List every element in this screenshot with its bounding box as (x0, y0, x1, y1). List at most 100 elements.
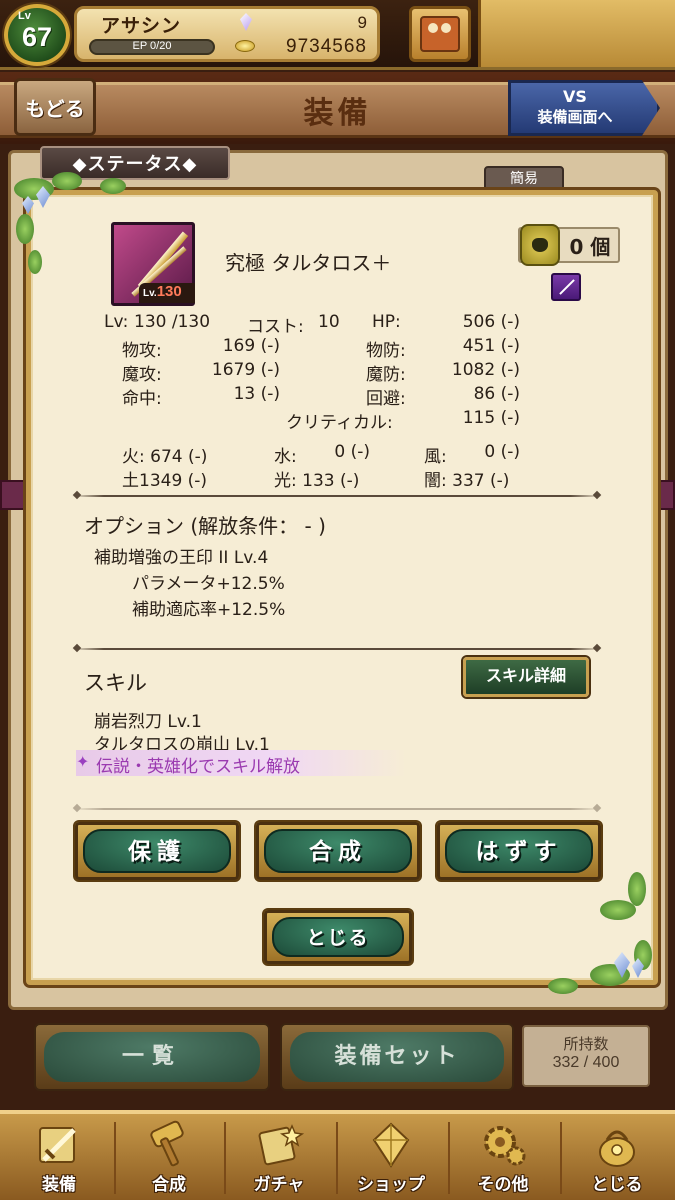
stat-hit-value: 13 (-) (233, 384, 280, 404)
list-button-label: 一覧 (44, 1032, 260, 1082)
element-light: 光: 133 (-) (274, 471, 360, 491)
nav-equipment[interactable]: 装備 (6, 1112, 112, 1200)
player-level-badge: Lv 67 (4, 4, 70, 66)
gold-count: 9734568 (286, 36, 367, 57)
section-divider (72, 808, 602, 810)
vine-leaf-decoration (52, 172, 82, 190)
nav-label: その他 (477, 1175, 529, 1195)
element-fire: 火: 674 (-) (122, 447, 208, 467)
stat-eva-value: 86 (-) (473, 384, 520, 404)
nav-label: 合成 (152, 1175, 186, 1195)
option-name: 補助増強の王印 II Lv.4 (94, 548, 269, 568)
back-button[interactable]: もどる (14, 78, 96, 136)
skill-item: 崩岩烈刀 Lv.1 (94, 712, 202, 732)
material-icon (520, 224, 560, 266)
vine-leaf-decoration (600, 900, 636, 920)
level-value: 67 (21, 22, 53, 52)
vine-leaf-decoration (548, 978, 578, 994)
element-earth: 土1349 (-) (122, 471, 208, 491)
nav-label: 装備 (42, 1175, 76, 1195)
stat-cost-value: 10 (318, 312, 340, 332)
gem-count: 9 (357, 13, 367, 32)
vs-equipment-button[interactable]: VS 装備画面へ (508, 80, 660, 136)
stat-matk-value: 1679 (-) (211, 360, 280, 380)
inventory-count-box: 所持数 332 / 400 (522, 1025, 650, 1087)
stat-pdef-label: 物防: (366, 341, 406, 361)
weapon-type-icon (551, 273, 581, 301)
vs-label: VS (563, 87, 587, 106)
gacha-icon (258, 1124, 304, 1166)
equip-set-label: 装備セット (290, 1032, 504, 1082)
stat-hp-value: 506 (-) (462, 312, 520, 332)
protect-button-label: 保護 (83, 829, 231, 873)
nav-label: とじる (591, 1175, 643, 1195)
sparkle-icon: ✦ (76, 752, 90, 771)
synthesize-button-label: 合成 (264, 829, 412, 873)
element-water-value: 0 (-) (334, 442, 370, 462)
stat-mdef-label: 魔防: (366, 365, 406, 385)
stat-lv-label: Lv: (104, 312, 129, 332)
protect-button[interactable]: 保護 (73, 820, 241, 882)
nav-shop[interactable]: ショップ (338, 1112, 444, 1200)
close-modal-label: とじる (272, 917, 404, 957)
stat-hp-label: HP: (372, 312, 401, 332)
nav-label: ショップ (357, 1175, 425, 1195)
section-divider (72, 648, 602, 650)
vs-sub-label: 装備画面へ (537, 108, 613, 126)
nav-other[interactable]: その他 (450, 1112, 556, 1200)
nav-gacha[interactable]: ガチャ (226, 1112, 332, 1200)
stat-pdef-value: 451 (-) (462, 336, 520, 356)
stat-hit-label: 命中: (122, 389, 162, 409)
option-title: オプション (解放条件： - ) (84, 514, 326, 538)
vine-leaf-decoration (28, 250, 42, 274)
player-info-panel: アサシン EP 0/20 9 9734568 (74, 6, 380, 62)
stat-lv-value: 130 /130 (134, 312, 211, 332)
skill-title: スキル (84, 671, 147, 695)
section-divider (72, 495, 602, 497)
nav-synthesis[interactable]: 合成 (116, 1112, 222, 1200)
crystal-icon (372, 1122, 410, 1168)
level-label: Lv (18, 10, 31, 22)
stat-crit-value: 115 (-) (462, 408, 520, 428)
hammer-icon (150, 1120, 184, 1167)
friends-button[interactable] (409, 6, 471, 62)
locked-skill-text: 伝説・英雄化でスキル解放 (96, 757, 300, 777)
bag-icon (599, 1130, 635, 1167)
nav-close[interactable]: とじる (564, 1112, 670, 1200)
stat-patk-value: 169 (-) (222, 336, 280, 356)
sword-icon (39, 1127, 76, 1163)
unequip-button-label: はずす (445, 829, 593, 873)
inventory-count-label: 所持数 (563, 1035, 609, 1053)
unequip-button[interactable]: はずす (435, 820, 603, 882)
skill-detail-button[interactable]: スキル詳細 (463, 657, 589, 697)
item-count: 0 個 (569, 235, 611, 259)
stat-eva-label: 回避: (366, 389, 406, 409)
page-title: 装備 (303, 96, 372, 131)
element-dark: 闇: 337 (-) (424, 471, 510, 491)
nav-label: ガチャ (253, 1175, 305, 1195)
top-bar-decoration (478, 0, 675, 67)
vine-leaf-decoration (16, 214, 34, 244)
vine-leaf-decoration (628, 872, 646, 906)
simple-view-button[interactable]: 簡易 (484, 166, 564, 192)
equip-set-button[interactable]: 装備セット (280, 1023, 514, 1091)
stat-cost-label: コスト: (247, 317, 304, 337)
stat-mdef-value: 1082 (-) (451, 360, 520, 380)
gem-icon (240, 13, 252, 31)
item-level-prefix: Lv. (143, 288, 157, 299)
element-wind-value: 0 (-) (484, 442, 520, 462)
vine-leaf-decoration (100, 178, 126, 194)
player-name: アサシン (101, 15, 182, 37)
option-effect-1: パラメータ+12.5% (132, 574, 285, 594)
synthesize-button[interactable]: 合成 (254, 820, 422, 882)
close-modal-button[interactable]: とじる (262, 908, 414, 966)
nav-separator (560, 1122, 562, 1194)
stat-patk-label: 物攻: (122, 341, 162, 361)
option-effect-2: 補助適応率+12.5% (132, 600, 286, 620)
list-button[interactable]: 一覧 (34, 1023, 270, 1091)
ep-bar: EP 0/20 (89, 39, 215, 55)
inventory-count-value: 332 / 400 (552, 1054, 620, 1071)
item-level-tag: Lv.130 (139, 283, 195, 303)
side-tab-left[interactable] (0, 480, 26, 510)
gear-icon (484, 1126, 526, 1166)
